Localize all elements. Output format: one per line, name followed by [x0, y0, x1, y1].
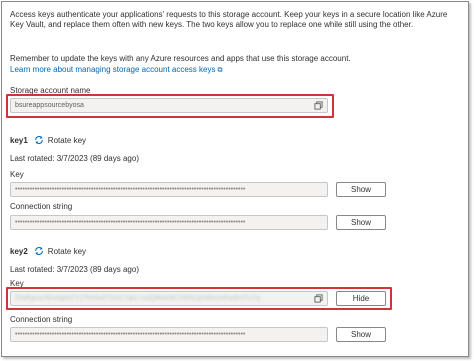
key2-connection-string-field[interactable]: ••••••••••••••••••••••••••••••••••••••••… [10, 327, 328, 342]
access-keys-panel: Access keys authenticate your applicatio… [1, 1, 469, 357]
key1-key-label: Key [10, 170, 24, 179]
key1-header: key1 Rotate key [10, 135, 86, 145]
key1-connection-string-show-button[interactable]: Show [336, 215, 386, 230]
learn-more-link[interactable]: Learn more about managing storage accoun… [10, 65, 222, 75]
rotate-key1-button[interactable]: Rotate key [48, 136, 86, 145]
rotate-key1-icon[interactable] [34, 135, 44, 145]
key2-header: key2 Rotate key [10, 246, 86, 256]
key1-connection-string-field[interactable]: ••••••••••••••••••••••••••••••••••••••••… [10, 215, 328, 230]
rotate-key2-icon[interactable] [34, 246, 44, 256]
key2-name: key2 [10, 246, 28, 256]
key1-connection-string-label: Connection string [10, 202, 73, 211]
key1-last-rotated: Last rotated: 3/7/2023 (89 days ago) [10, 154, 139, 163]
key2-connection-string-label: Connection string [10, 315, 73, 324]
key2-highlight [6, 287, 392, 310]
reminder-paragraph: Remember to update the keys with any Azu… [10, 54, 351, 63]
key2-connection-string-show-button[interactable]: Show [336, 327, 386, 342]
key1-name: key1 [10, 135, 28, 145]
learn-more-link-text[interactable]: Learn more about managing storage accoun… [10, 65, 215, 74]
key1-key-field[interactable]: ••••••••••••••••••••••••••••••••••••••••… [10, 182, 328, 197]
account-name-highlight [6, 94, 334, 118]
key1-key-show-button[interactable]: Show [336, 182, 386, 197]
intro-paragraph: Access keys authenticate your applicatio… [10, 10, 448, 29]
key2-last-rotated: Last rotated: 3/7/2023 (89 days ago) [10, 265, 139, 274]
rotate-key2-button[interactable]: Rotate key [48, 247, 86, 256]
external-link-icon: ⧉ [217, 67, 223, 74]
